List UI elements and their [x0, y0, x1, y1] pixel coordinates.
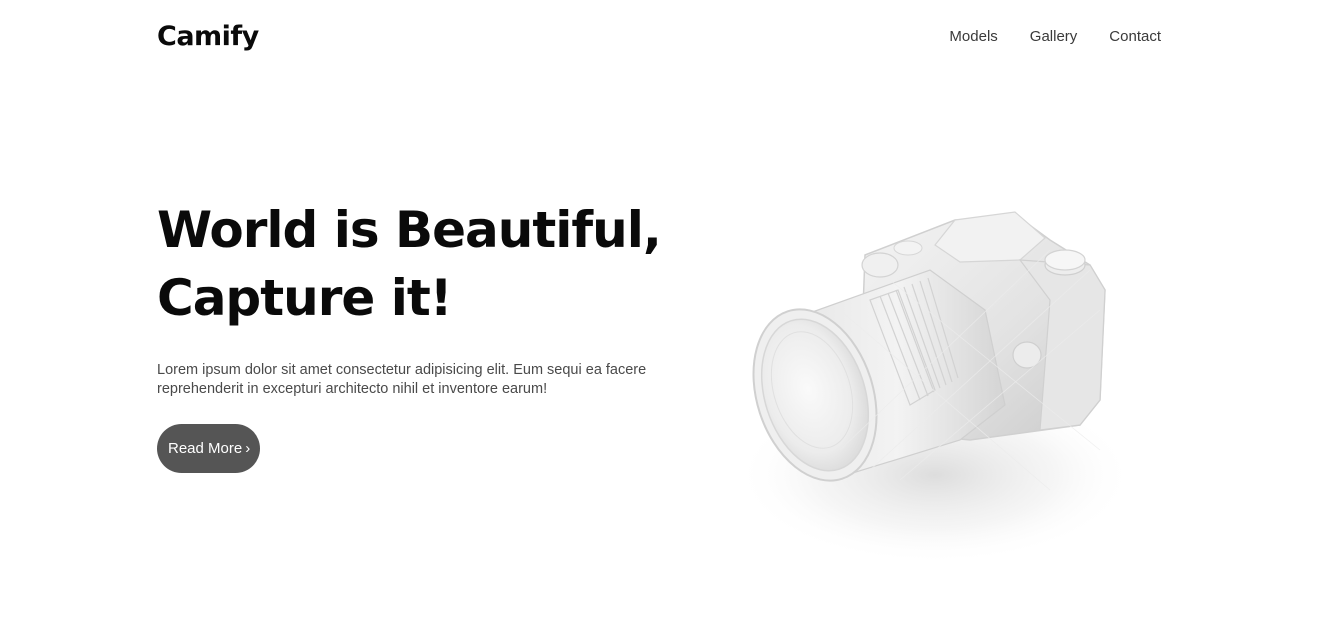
hero-description: Lorem ipsum dolor sit amet consectetur a…: [157, 362, 647, 397]
chevron-right-icon: ›: [245, 440, 251, 457]
read-more-button[interactable]: Read More ›: [157, 424, 261, 473]
read-more-label: Read More: [168, 440, 243, 457]
nav-link-gallery[interactable]: Gallery: [1030, 28, 1078, 45]
site-header: Camify Models Gallery Contact: [157, 14, 1161, 58]
site-logo[interactable]: Camify: [157, 21, 259, 52]
main-nav: Models Gallery Contact: [949, 28, 1161, 45]
nav-link-contact[interactable]: Contact: [1109, 28, 1161, 45]
camera-illustration: [735, 211, 1135, 565]
hero-title-line-1: World is Beautiful,: [157, 201, 662, 259]
nav-link-models[interactable]: Models: [949, 28, 997, 45]
hero-title-line-2: Capture it!: [157, 269, 453, 327]
hero-title: World is Beautiful, Capture it!: [157, 196, 662, 332]
